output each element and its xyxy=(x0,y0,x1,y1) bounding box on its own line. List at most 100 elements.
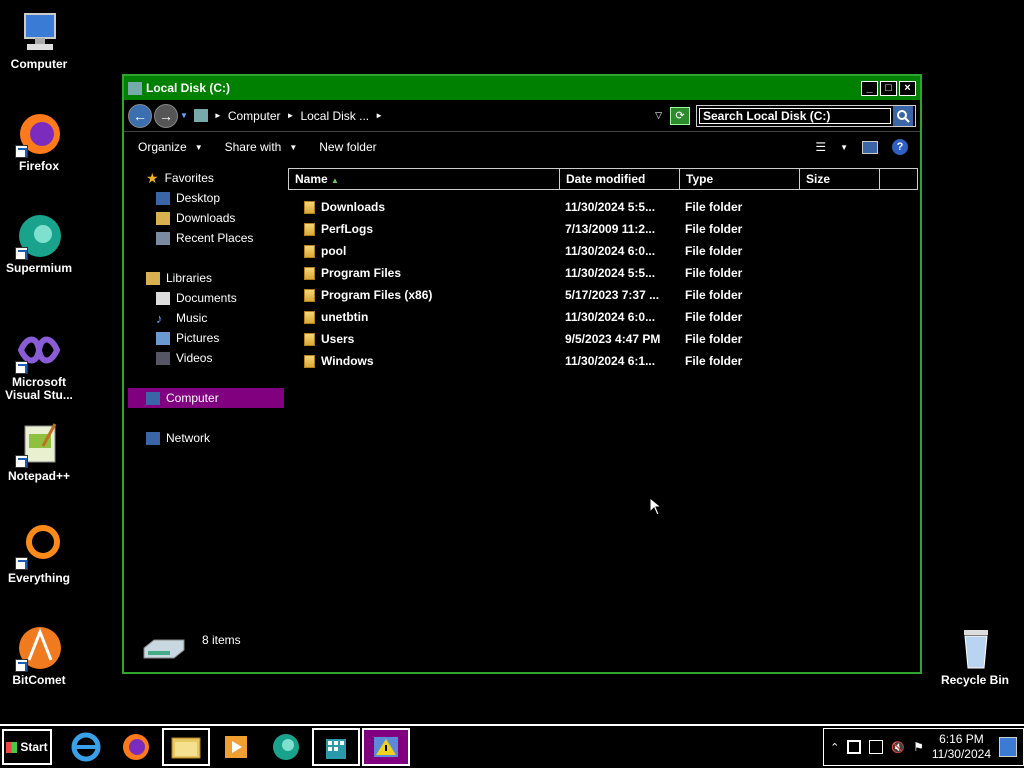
view-options-icon[interactable]: ☰ xyxy=(815,140,826,154)
search-box[interactable] xyxy=(696,104,916,127)
new-folder-label: New folder xyxy=(319,140,377,154)
file-type: File folder xyxy=(685,310,743,324)
computer-icon xyxy=(15,8,63,56)
desktop-icon-firefox[interactable]: Firefox xyxy=(2,110,76,173)
chevron-right-icon[interactable]: ► xyxy=(375,111,383,120)
new-folder-button[interactable]: New folder xyxy=(319,140,376,154)
nav-label: Favorites xyxy=(164,171,214,185)
nav-music[interactable]: ♪ Music xyxy=(128,308,284,328)
organize-button[interactable]: Organize ▼ xyxy=(138,140,203,154)
breadcrumb-computer[interactable]: Computer xyxy=(228,109,281,123)
desktop-icon xyxy=(156,191,170,205)
supermium-icon xyxy=(273,734,299,760)
desktop-icon-visual-studio[interactable]: Microsoft Visual Stu... xyxy=(2,326,76,402)
file-row[interactable]: Windows 11/30/2024 6:1... File folder xyxy=(288,350,918,372)
column-header-name[interactable]: Name ▲ xyxy=(289,169,560,189)
column-header-size[interactable]: Size xyxy=(800,169,880,189)
volume-muted-icon[interactable]: 🔇 xyxy=(891,741,905,754)
start-button[interactable]: Start xyxy=(2,729,52,765)
firefox-icon xyxy=(15,110,63,158)
file-row[interactable]: unetbtin 11/30/2024 6:0... File folder xyxy=(288,306,918,328)
clock[interactable]: 6:16 PM 11/30/2024 xyxy=(932,732,991,762)
column-name-label: Name xyxy=(295,172,328,186)
nav-label: Documents xyxy=(176,291,237,305)
taskbar-internet-explorer[interactable] xyxy=(62,728,110,766)
videos-icon xyxy=(156,351,170,365)
maximize-button[interactable]: □ xyxy=(880,80,897,96)
network-icon[interactable] xyxy=(869,740,884,754)
nav-pictures[interactable]: Pictures xyxy=(128,328,284,348)
preview-pane-icon[interactable] xyxy=(862,140,878,154)
taskbar-supermium[interactable] xyxy=(262,728,310,766)
file-type: File folder xyxy=(685,266,743,280)
taskbar-firefox[interactable] xyxy=(112,728,160,766)
show-desktop-button[interactable] xyxy=(999,737,1017,757)
file-row[interactable]: PerfLogs 7/13/2009 11:2... File folder xyxy=(288,218,918,240)
desktop-icon-label: Everything xyxy=(7,571,70,585)
file-date: 11/30/2024 6:1... xyxy=(565,354,656,368)
breadcrumb[interactable]: ► Computer ► Local Disk ... ► xyxy=(193,109,383,123)
nav-downloads[interactable]: Downloads xyxy=(128,208,284,228)
nav-computer[interactable]: Computer xyxy=(128,388,284,408)
action-center-icon[interactable] xyxy=(847,740,862,754)
show-hidden-icons-button[interactable]: ⌃ xyxy=(830,741,839,754)
nav-label: Music xyxy=(176,311,208,325)
taskbar-media-player[interactable] xyxy=(212,728,260,766)
desktop-icon-label: Notepad++ xyxy=(7,469,70,483)
desktop-icon-label: Supermium xyxy=(5,261,72,275)
flag-icon[interactable]: ⚑ xyxy=(913,740,924,754)
column-header-date[interactable]: Date modified xyxy=(560,169,680,189)
desktop-icon-label: Microsoft Visual Stu... xyxy=(5,375,73,402)
file-date: 5/17/2023 7:37 ... xyxy=(565,288,660,302)
share-with-button[interactable]: Share with ▼ xyxy=(225,140,298,154)
file-row[interactable]: pool 11/30/2024 6:0... File folder xyxy=(288,240,918,262)
desktop-icon-label: BitComet xyxy=(12,673,66,687)
refresh-button[interactable]: ⟳ xyxy=(670,106,690,125)
explorer-window[interactable]: Local Disk (C:) _ □ × ← → ▼ ► Computer ►… xyxy=(122,74,922,674)
search-input[interactable] xyxy=(699,107,891,124)
chevron-down-icon: ▼ xyxy=(289,142,298,152)
breadcrumb-local-disk[interactable]: Local Disk ... xyxy=(300,109,369,123)
nav-documents[interactable]: Documents xyxy=(128,288,284,308)
chevron-right-icon[interactable]: ► xyxy=(287,111,295,120)
close-button[interactable]: × xyxy=(899,80,916,96)
desktop-icon-supermium[interactable]: Supermium xyxy=(2,212,76,275)
help-icon[interactable]: ? xyxy=(892,139,908,155)
minimize-button[interactable]: _ xyxy=(861,80,878,96)
address-dropdown-icon[interactable]: ▽ xyxy=(655,110,662,121)
file-row[interactable]: Program Files 11/30/2024 5:5... File folde… xyxy=(288,262,918,284)
share-with-label: Share with xyxy=(224,140,282,154)
folder-icon xyxy=(304,354,315,368)
nav-favorites[interactable]: ★ Favorites xyxy=(128,168,284,188)
desktop-icon-bitcomet[interactable]: BitComet xyxy=(2,624,76,687)
recent-pages-dropdown[interactable]: ▼ xyxy=(180,111,188,120)
desktop-icon-computer[interactable]: Computer xyxy=(2,8,76,71)
search-icon[interactable] xyxy=(893,105,913,126)
nav-label: Videos xyxy=(176,351,213,365)
desktop-icon-notepad-plus[interactable]: Notepad++ xyxy=(2,420,76,483)
chevron-right-icon[interactable]: ► xyxy=(214,111,222,120)
nav-recent-places[interactable]: Recent Places xyxy=(128,228,284,248)
forward-button[interactable]: → xyxy=(154,103,178,128)
firefox-icon xyxy=(123,734,149,760)
desktop-icon-recycle-bin[interactable]: Recycle Bin xyxy=(938,624,1012,687)
file-row[interactable]: Downloads 11/30/2024 5:5... File folder xyxy=(288,196,918,218)
nav-desktop[interactable]: Desktop xyxy=(128,188,284,208)
nav-videos[interactable]: Videos xyxy=(128,348,284,368)
nav-network[interactable]: Network xyxy=(128,428,284,448)
file-row[interactable]: Program Files (x86) 5/17/2023 7:37 ... Fil… xyxy=(288,284,918,306)
back-button[interactable]: ← xyxy=(128,103,152,128)
taskbar-file-explorer[interactable] xyxy=(162,728,210,766)
command-bar: Organize ▼ Share with ▼ New folder ☰ ▼ ? xyxy=(124,132,920,162)
system-tray: ⌃ 🔇 ⚑ 6:16 PM 11/30/2024 xyxy=(823,728,1024,766)
title-bar[interactable]: Local Disk (C:) _ □ × xyxy=(124,76,920,100)
nav-libraries[interactable]: Libraries xyxy=(128,268,284,288)
taskbar-app-grid[interactable] xyxy=(312,728,360,766)
file-row[interactable]: Users 9/5/2023 4:47 PM File folder xyxy=(288,328,918,350)
column-header-type[interactable]: Type xyxy=(680,169,800,189)
desktop-icon-everything[interactable]: Everything xyxy=(2,522,76,585)
file-type: File folder xyxy=(685,354,743,368)
taskbar-active-app[interactable] xyxy=(362,728,410,766)
file-name: Program Files xyxy=(321,266,402,280)
chevron-down-icon[interactable]: ▼ xyxy=(840,143,848,152)
